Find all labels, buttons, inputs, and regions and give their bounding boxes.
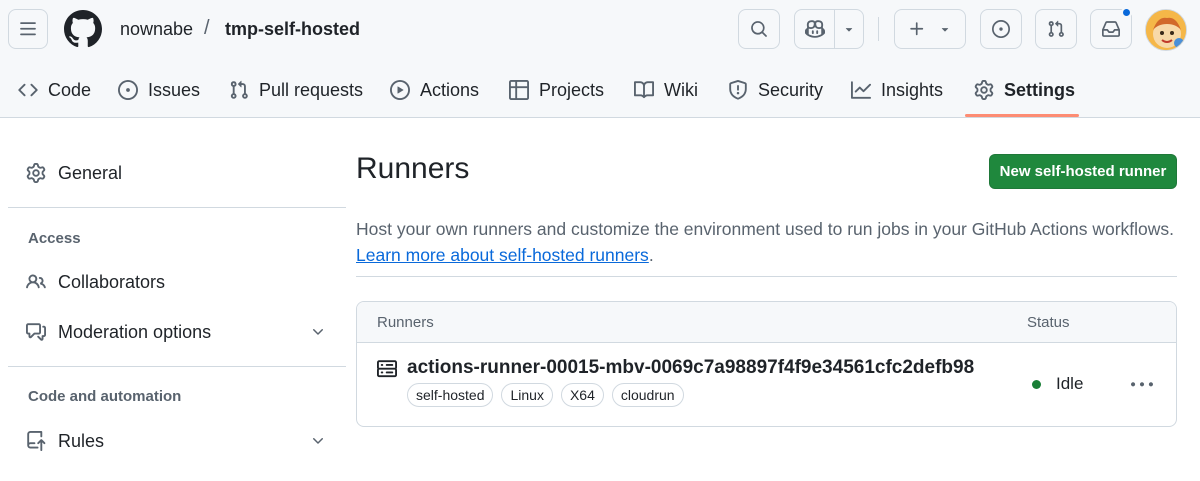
shield-icon	[729, 80, 747, 100]
column-header-runners: Runners	[377, 314, 434, 331]
column-header-status: Status	[1027, 314, 1070, 331]
tab-label: Pull requests	[259, 79, 364, 100]
chevron-down-icon	[313, 329, 323, 335]
table-icon	[509, 80, 529, 100]
issue-opened-icon	[118, 80, 138, 100]
breadcrumb-separator: /	[204, 17, 210, 39]
open-menu-button[interactable]	[8, 9, 48, 49]
gear-icon	[26, 163, 46, 183]
chevron-down-icon	[313, 438, 323, 444]
create-new-button[interactable]	[894, 9, 966, 49]
repo-push-icon	[27, 431, 46, 451]
copilot-menu-toggle[interactable]	[835, 10, 863, 48]
runner-label: cloudrun	[611, 383, 684, 407]
runner-label: self-hosted	[407, 383, 494, 407]
runner-label: Linux	[501, 383, 553, 407]
active-tab-indicator	[965, 114, 1079, 117]
play-icon	[390, 80, 410, 100]
sidebar-item-collaborators[interactable]: Collaborators	[8, 260, 346, 304]
repo-header: nownabe / tmp-self-hosted Code Issues Pu…	[0, 0, 1200, 118]
gear-icon	[974, 80, 994, 100]
tab-insights[interactable]: Insights	[851, 62, 943, 118]
sidebar-heading-access: Access	[28, 230, 81, 247]
learn-more-link[interactable]: Learn more about self-hosted runners	[356, 245, 649, 265]
server-icon	[377, 360, 397, 378]
global-topbar: nownabe / tmp-self-hosted	[0, 0, 1200, 60]
sidebar-heading-code-and-automation: Code and automation	[28, 388, 182, 405]
tab-label: Issues	[148, 79, 201, 100]
tab-code[interactable]: Code	[18, 62, 91, 118]
tab-wiki[interactable]: Wiki	[634, 62, 698, 118]
user-avatar[interactable]	[1145, 9, 1187, 51]
copilot-chat-button[interactable]	[795, 10, 835, 48]
plus-icon	[910, 22, 924, 36]
comment-discussion-icon	[26, 323, 46, 341]
tab-label: Wiki	[664, 79, 698, 100]
your-issues-button[interactable]	[980, 9, 1022, 49]
repo-tabs: Code Issues Pull requests Actions Projec…	[0, 62, 1200, 118]
runner-status: Idle	[1056, 374, 1084, 393]
tab-label: Projects	[539, 79, 605, 100]
git-pull-request-icon	[230, 80, 248, 99]
repo-name-link[interactable]: tmp-self-hosted	[225, 19, 360, 40]
section-divider	[356, 276, 1177, 277]
tab-issues[interactable]: Issues	[118, 62, 200, 118]
unread-notification-dot	[1121, 7, 1132, 18]
sidebar-divider	[8, 366, 346, 367]
runner-labels: self-hosted Linux X64 cloudrun	[407, 383, 684, 407]
sidebar-item-rules[interactable]: Rules	[8, 419, 346, 463]
runners-table: Runners Status actions-runner-00015-mbv-…	[356, 301, 1177, 427]
three-bars-icon	[20, 22, 36, 36]
description-text: Host your own runners and customize the …	[356, 219, 1175, 239]
tab-security[interactable]: Security	[728, 62, 823, 118]
code-icon	[18, 83, 38, 97]
tab-label: Code	[48, 79, 92, 100]
runner-actions-button[interactable]	[1126, 371, 1158, 399]
search-icon	[751, 21, 767, 37]
tab-label: Actions	[420, 79, 480, 100]
topbar-divider	[878, 17, 879, 41]
tab-actions[interactable]: Actions	[390, 62, 479, 118]
new-self-hosted-runner-button[interactable]: New self-hosted runner	[989, 154, 1177, 189]
git-pull-request-icon	[1048, 20, 1064, 37]
description-period: .	[648, 245, 654, 265]
sidebar-item-label: General	[58, 162, 123, 183]
avatar-image-icon	[1146, 10, 1186, 50]
runner-name-link[interactable]: actions-runner-00015-mbv-0069c7a98897f4f…	[407, 357, 974, 379]
sidebar-item-label: Rules	[58, 430, 105, 451]
triangle-down-icon	[845, 28, 853, 32]
github-mark-icon[interactable]	[64, 10, 102, 48]
sidebar-divider	[8, 207, 346, 208]
page-description: Host your own runners and customize the …	[356, 216, 1186, 268]
copilot-button[interactable]	[794, 9, 864, 49]
copilot-icon	[804, 20, 825, 38]
repo-owner-link[interactable]: nownabe	[120, 19, 193, 40]
your-pull-requests-button[interactable]	[1035, 9, 1077, 49]
book-icon	[634, 81, 654, 99]
inbox-icon	[1102, 21, 1120, 37]
tab-pull-requests[interactable]: Pull requests	[229, 62, 363, 118]
page-title: Runners	[356, 152, 470, 185]
issue-opened-icon	[992, 20, 1010, 38]
status-indicator-dot	[1032, 380, 1041, 389]
sidebar-item-label: Collaborators	[58, 271, 166, 292]
kebab-horizontal-icon	[1131, 382, 1153, 387]
sidebar-item-label: Moderation options	[58, 321, 212, 342]
tab-projects[interactable]: Projects	[509, 62, 604, 118]
tab-label: Settings	[1004, 79, 1076, 100]
runner-label: X64	[560, 383, 604, 407]
tab-label: Security	[758, 79, 824, 100]
runners-table-header: Runners Status	[357, 302, 1176, 343]
tab-label: Insights	[881, 79, 944, 100]
sidebar-item-moderation-options[interactable]: Moderation options	[8, 310, 346, 354]
tab-settings[interactable]: Settings	[974, 62, 1075, 118]
sidebar-item-general[interactable]: General	[8, 151, 346, 195]
search-button[interactable]	[738, 9, 780, 49]
graph-icon	[851, 81, 871, 99]
people-icon	[26, 274, 46, 289]
triangle-down-icon	[941, 28, 949, 32]
